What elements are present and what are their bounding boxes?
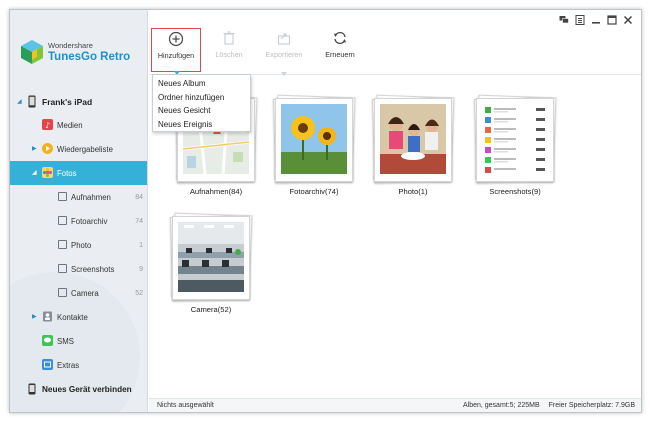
sidebar-album-camera[interactable]: Camera 52 xyxy=(10,281,147,305)
album-stack xyxy=(272,94,356,184)
delete-button-label: Löschen xyxy=(215,50,243,59)
sidebar-album-screenshots[interactable]: Screenshots 9 xyxy=(10,257,147,281)
media-icon: ♪ xyxy=(42,119,53,130)
album-tile-fotoarchiv[interactable]: Fotoarchiv(74) xyxy=(272,94,356,200)
menu-item-new-event[interactable]: Neues Ereignis xyxy=(153,118,250,132)
device-tree: ◢ Frank's iPad ♪ Medien ▶ Wiedergabelist… xyxy=(10,91,147,401)
album-label: Fotoarchiv xyxy=(71,216,108,226)
toolbar: Hinzufügen Löschen Exportieren Erneuern xyxy=(149,10,641,76)
album-count: 1 xyxy=(139,241,143,249)
photos-icon xyxy=(42,167,53,178)
menu-item-add-folder[interactable]: Ordner hinzufügen xyxy=(153,91,250,105)
album-count: 74 xyxy=(135,217,143,225)
delete-button[interactable]: Löschen xyxy=(204,28,254,72)
album-thumbnail-sunflower xyxy=(281,104,347,174)
selection-status: Nichts ausgewählt xyxy=(157,402,214,409)
refresh-button[interactable]: Erneuern xyxy=(315,28,365,72)
svg-text:♪: ♪ xyxy=(45,121,50,130)
album-folder-icon xyxy=(58,240,67,249)
add-dropdown-menu: Neues Album Ordner hinzufügen Neues Gesi… xyxy=(152,74,251,132)
menu-icon[interactable] xyxy=(575,15,585,25)
album-tile-photo[interactable]: Photo(1) xyxy=(371,94,455,200)
menu-item-new-album[interactable]: Neues Album xyxy=(153,77,250,91)
album-tile-camera[interactable]: Camera(52) xyxy=(169,212,253,318)
ipad-icon xyxy=(28,95,36,108)
extras-icon xyxy=(42,359,53,370)
export-button-label: Exportieren xyxy=(265,50,303,59)
album-thumbnail-app-list xyxy=(482,104,548,174)
album-folder-icon xyxy=(58,216,67,225)
album-label: Camera xyxy=(71,288,99,298)
feedback-icon[interactable] xyxy=(559,15,569,25)
sidebar-album-photo[interactable]: Photo 1 xyxy=(10,233,147,257)
maximize-icon[interactable] xyxy=(607,15,617,25)
menu-item-new-face[interactable]: Neues Gesicht xyxy=(153,104,250,118)
album-stack xyxy=(169,212,253,302)
minimize-icon[interactable] xyxy=(591,15,601,25)
phone-icon xyxy=(28,383,36,395)
sidebar-item-sms[interactable]: SMS xyxy=(10,329,147,353)
album-folder-icon xyxy=(58,192,67,201)
add-button-label: Hinzufügen xyxy=(157,51,195,60)
sidebar-album-aufnahmen[interactable]: Aufnahmen 84 xyxy=(10,185,147,209)
tunesgo-logo-icon xyxy=(21,40,43,64)
expanded-arrow-icon[interactable]: ◢ xyxy=(32,170,38,176)
connect-new-device-label: Neues Gerät verbinden xyxy=(42,384,132,394)
album-folder-icon xyxy=(58,288,67,297)
add-button[interactable]: Hinzufügen xyxy=(151,28,201,75)
brand-product: TunesGo Retro xyxy=(48,51,131,63)
brand-company: Wondershare xyxy=(48,41,93,50)
album-count: 9 xyxy=(139,265,143,273)
device-name: Frank's iPad xyxy=(42,97,93,107)
free-space: Freier Speicherplatz: 7.9GB xyxy=(548,402,635,409)
collapsed-arrow-icon[interactable]: ▶ xyxy=(32,146,38,152)
sidebar-item-label: Wiedergabeliste xyxy=(57,144,113,154)
album-stack xyxy=(473,94,557,184)
sidebar-item-kontakte[interactable]: ▶ Kontakte xyxy=(10,305,147,329)
album-thumbnail-people xyxy=(380,104,446,174)
sidebar-item-label: Medien xyxy=(57,120,83,130)
connect-new-device[interactable]: Neues Gerät verbinden xyxy=(10,377,147,401)
album-thumbnail-office xyxy=(178,222,244,292)
album-count: 52 xyxy=(135,289,143,297)
album-folder-icon xyxy=(58,264,67,273)
album-name: Camera(52) xyxy=(190,305,232,314)
collapsed-arrow-icon[interactable]: ▶ xyxy=(32,314,38,320)
window-controls xyxy=(559,15,633,27)
app-window: Wondershare TunesGo Retro ◢ Frank's iPad… xyxy=(9,9,642,413)
sidebar-item-label: Fotos xyxy=(57,168,77,178)
sms-icon xyxy=(42,335,53,346)
storage-status: Alben, gesamt:5; 225MB Freier Speicherpla… xyxy=(463,402,635,409)
album-label: Aufnahmen xyxy=(71,192,111,202)
albums-total: Alben, gesamt:5; 225MB xyxy=(462,402,540,409)
sidebar-item-extras[interactable]: Extras xyxy=(10,353,147,377)
sidebar-item-wiedergabeliste[interactable]: ▶ Wiedergabeliste xyxy=(10,137,147,161)
playlist-icon xyxy=(42,143,53,154)
close-icon[interactable] xyxy=(623,15,633,25)
contacts-icon xyxy=(43,311,52,322)
album-tile-screenshots[interactable]: Screenshots(9) xyxy=(473,94,557,200)
sidebar-item-label: SMS xyxy=(57,336,74,346)
album-count: 84 xyxy=(135,193,143,201)
refresh-icon xyxy=(334,31,346,45)
sidebar-album-fotoarchiv[interactable]: Fotoarchiv 74 xyxy=(10,209,147,233)
album-label: Photo xyxy=(71,240,92,250)
sidebar-item-label: Extras xyxy=(57,360,80,370)
sidebar-item-label: Kontakte xyxy=(57,312,88,322)
album-name: Screenshots(9) xyxy=(489,187,541,196)
export-button[interactable]: Exportieren xyxy=(259,28,309,76)
brand: Wondershare TunesGo Retro xyxy=(20,39,145,69)
refresh-button-label: Erneuern xyxy=(325,50,355,59)
expanded-arrow-icon[interactable]: ◢ xyxy=(17,99,23,105)
status-bar: Nichts ausgewählt Alben, gesamt:5; 225MB… xyxy=(149,398,641,412)
trash-icon xyxy=(223,31,235,45)
add-circle-icon xyxy=(168,31,184,47)
export-icon xyxy=(277,33,291,45)
sidebar: Wondershare TunesGo Retro ◢ Frank's iPad… xyxy=(10,10,148,412)
device-item-franks-ipad[interactable]: ◢ Frank's iPad xyxy=(10,91,147,113)
album-stack xyxy=(371,94,455,184)
sidebar-item-fotos[interactable]: ◢ Fotos xyxy=(10,161,147,185)
album-label: Screenshots xyxy=(71,264,115,274)
sidebar-item-medien[interactable]: ♪ Medien xyxy=(10,113,147,137)
